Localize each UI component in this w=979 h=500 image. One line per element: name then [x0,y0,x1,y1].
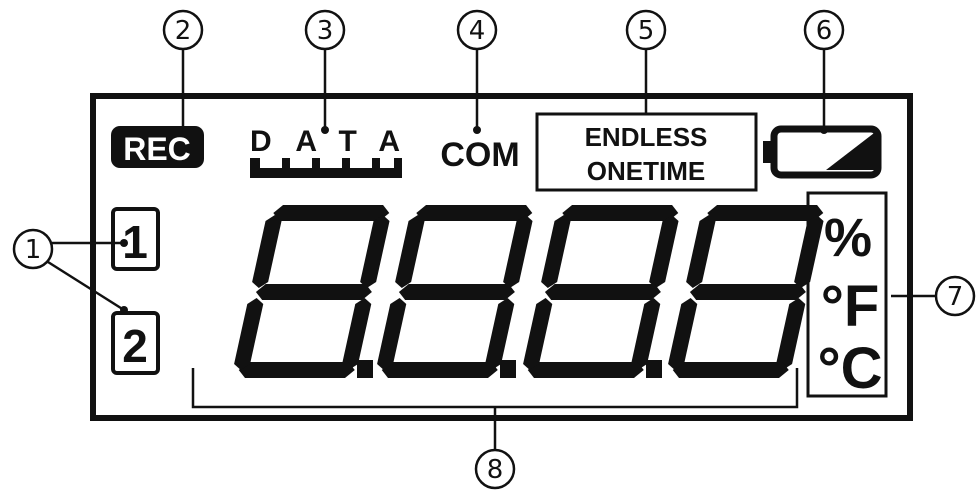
callout-2-label: 2 [175,16,192,46]
callout-5: 5 [625,9,667,51]
segment-a [562,205,679,221]
segment-g [255,284,372,300]
decimal-point [500,360,516,378]
segment-d [672,362,789,378]
data-memory-bar-icon [250,158,402,178]
callout-5-label: 5 [638,16,655,46]
callout-7-label: 7 [947,282,964,312]
decimal-point [357,360,373,378]
callout-2: 2 [162,9,204,51]
callout-8-label: 8 [487,455,504,485]
segment-g [689,284,806,300]
segment-a [707,205,824,221]
segment-d [381,362,498,378]
callout-7: 7 [934,275,976,317]
unit-c-label: °C [817,336,882,401]
callout-6-label: 6 [816,16,833,46]
endless-label: ENDLESS [585,122,708,152]
rec-indicator: REC [111,126,204,168]
callout-3-label: 3 [317,16,334,46]
com-indicator: COM [440,136,519,174]
callout-8: 8 [474,448,516,490]
callout-3: 3 [304,9,346,51]
callout-4: 4 [456,9,498,51]
segment-g [398,284,515,300]
segment-a [416,205,533,221]
decimal-point [646,360,662,378]
segment-d [238,362,355,378]
channel-2-label: 2 [122,320,148,372]
lcd-diagram: 2 3 4 5 6 1 7 8 REC DATA COM ENDLESS ONE… [12,9,976,490]
unit-percent-label: % [824,208,872,268]
segment-a [273,205,390,221]
callout-1-label: 1 [25,235,42,265]
segment-g [544,284,661,300]
onetime-label: ONETIME [587,156,705,186]
segment-d [527,362,644,378]
channel-1-label: 1 [122,216,148,268]
callout-1: 1 [12,228,54,270]
callout-4-label: 4 [469,16,486,46]
rec-label: REC [123,131,191,167]
callout-6: 6 [803,9,845,51]
unit-f-label: °F [821,274,880,339]
